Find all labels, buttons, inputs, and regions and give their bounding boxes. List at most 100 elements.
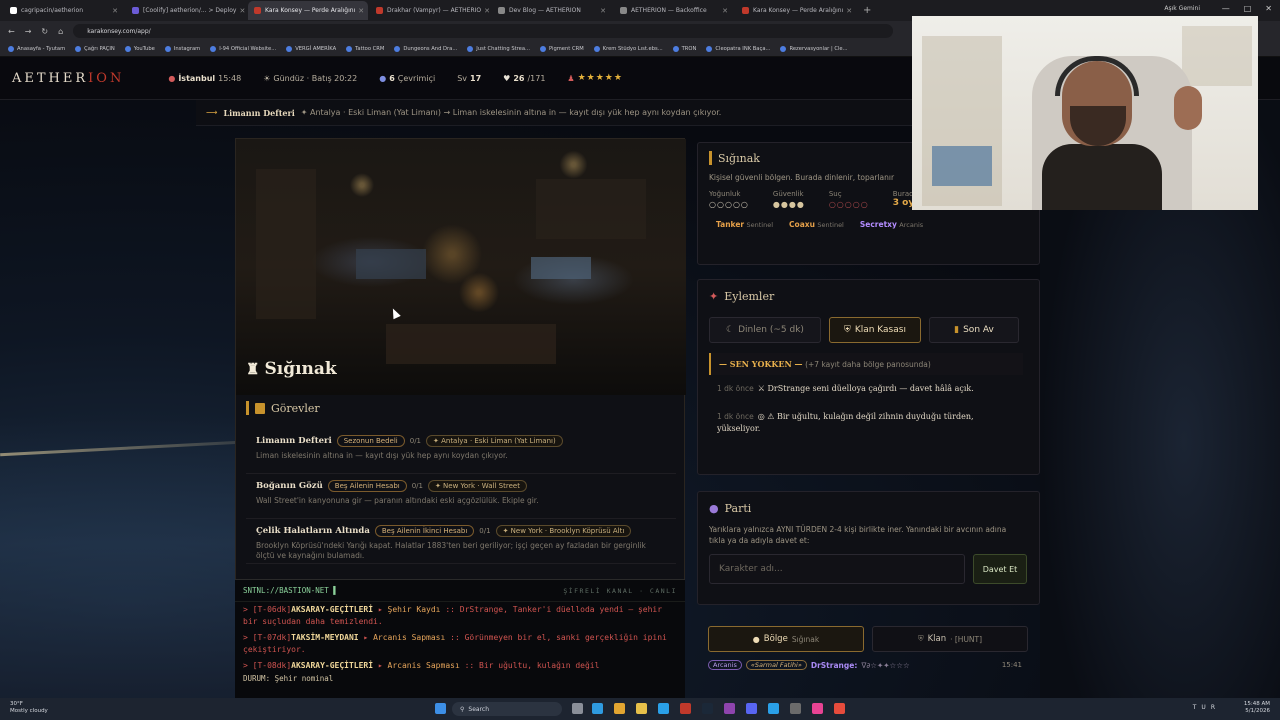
bookmark-item[interactable]: VERGİ AMERİKA xyxy=(286,45,336,52)
actions-title: Eylemler xyxy=(724,290,775,303)
player-chip[interactable]: Secretxy Arcanis xyxy=(860,220,923,229)
bookmark-icon xyxy=(672,45,679,52)
edge-icon[interactable] xyxy=(592,703,603,714)
app-icon[interactable] xyxy=(834,703,845,714)
terminal-kind: Arcanis Sapması xyxy=(373,633,446,642)
clan-vault-button[interactable]: ⛨ Klan Kasası xyxy=(829,317,921,343)
bookmark-label: TRON xyxy=(681,45,697,52)
bookmark-item[interactable]: Instagram xyxy=(164,45,200,52)
tab-region[interactable]: ● Bölge Sığınak xyxy=(708,626,864,652)
quest-line: Limanın Defteri Sezonun Bedeli 0/1 ✦ Antaly… xyxy=(256,435,666,447)
bookmark-item[interactable]: Cleopatra INK Baça... xyxy=(706,45,770,52)
sanctuary-stat: Yoğunluk ○○○○○ xyxy=(709,190,749,209)
terminal-time: > [T-08dk] xyxy=(243,661,292,670)
quest-item[interactable]: Çelik Halatların Altında Beş Ailenin İkin… xyxy=(246,519,676,564)
chrome-icon[interactable] xyxy=(614,703,625,714)
bookmark-icon xyxy=(124,45,131,52)
bastion-terminal: SNTNL://BASTION-NET ▌ ŞİFRELİ KANAL · CAN… xyxy=(235,579,685,698)
close-tab-icon[interactable]: ✕ xyxy=(355,7,364,15)
back-icon[interactable]: ← xyxy=(8,27,15,36)
clock[interactable]: 15:48 AM 5/1/2026 xyxy=(1244,701,1270,716)
quest-arc-pill: Beş Ailenin İkinci Hesabı xyxy=(374,525,475,537)
skype-icon[interactable] xyxy=(658,703,669,714)
bookmark-item[interactable]: Çağrı PAÇIN xyxy=(75,45,115,52)
bookmark-item[interactable]: Anasayfa - Tyutam xyxy=(8,45,65,52)
close-tab-icon[interactable]: ✕ xyxy=(843,7,852,15)
close-tab-icon[interactable]: ✕ xyxy=(719,7,728,15)
browser-tab[interactable]: Drakhar (Vampyr) — AETHERIO ✕ xyxy=(370,1,490,20)
close-tab-icon[interactable]: ✕ xyxy=(109,7,118,15)
browser-profile[interactable]: Aşık Gemini xyxy=(1164,5,1200,12)
logo[interactable]: AETHERION xyxy=(12,71,124,86)
chat-sender[interactable]: DrStrange: xyxy=(811,661,857,670)
active-quest-bar[interactable]: ⟶ Limanın Defteri ✦ Antalya · Eski Liman… xyxy=(196,100,912,126)
tab-favicon-icon xyxy=(620,7,627,14)
quest-location[interactable]: ✦ New York · Brooklyn Köprüsü Altı xyxy=(495,525,632,537)
invite-button[interactable]: Davet Et xyxy=(973,554,1027,584)
bookmark-item[interactable]: Dungeons And Dra... xyxy=(394,45,457,52)
last-hunt-button[interactable]: ▮ Son Av xyxy=(929,317,1019,343)
player-name: Tanker xyxy=(716,220,745,229)
browser-tab[interactable]: [Coolify] aetherion/... > Deploy ✕ xyxy=(126,1,246,20)
online-indicator[interactable]: ● 6 Çevrimiçi xyxy=(379,74,435,83)
language-indicator[interactable]: TUR xyxy=(1193,704,1220,711)
browser-tab[interactable]: Dev Blog — AETHERION ✕ xyxy=(492,1,612,20)
close-tab-icon[interactable]: ✕ xyxy=(597,7,606,15)
player-chip[interactable]: Tanker Sentinel xyxy=(716,220,773,229)
reload-icon[interactable]: ↻ xyxy=(41,27,48,36)
bookmark-item[interactable]: Tattoo CRM xyxy=(346,45,384,52)
minimize-icon[interactable]: — xyxy=(1222,4,1230,13)
terminal-place: AKSARAY-GEÇİTLERİ xyxy=(291,661,374,670)
bookmark-item[interactable]: Pigment CRM xyxy=(540,45,584,52)
close-tab-icon[interactable]: ✕ xyxy=(236,7,245,15)
app-icon[interactable] xyxy=(680,703,691,714)
app-icon[interactable] xyxy=(724,703,735,714)
bookmark-item[interactable]: Rezervasyonlar | Cle... xyxy=(780,45,848,52)
tab-title: Kara Konsey — Perde Aralığını xyxy=(753,7,844,14)
weather-widget[interactable]: 30°F Mostly cloudy xyxy=(10,701,48,715)
app-icon[interactable] xyxy=(812,703,823,714)
discord-icon[interactable] xyxy=(746,703,757,714)
player-chip[interactable]: Coaxu Sentinel xyxy=(789,220,844,229)
maximize-icon[interactable]: □ xyxy=(1244,4,1252,13)
quest-location[interactable]: ✦ Antalya · Eski Liman (Yat Limanı) xyxy=(426,435,563,447)
system-tray[interactable]: TUR xyxy=(1193,704,1220,711)
terminal-arrow: ▸ xyxy=(373,605,388,614)
quest-item[interactable]: Boğanın Gözü Beş Ailenin Hesabı 0/1 ✦ New Y… xyxy=(246,474,676,519)
tab-title: Kara Konsey — Perde Aralığını xyxy=(265,7,356,14)
address-bar[interactable]: karakonsey.com/app/ xyxy=(73,24,894,38)
bookmark-item[interactable]: Krem Stüdyo Lıst.ebs... xyxy=(593,45,663,52)
close-tab-icon[interactable]: ✕ xyxy=(481,7,490,15)
rest-button[interactable]: ☾ Dinlen (~5 dk) xyxy=(709,317,821,343)
start-icon[interactable] xyxy=(435,703,446,714)
character-name-input[interactable]: Karakter adı... xyxy=(709,554,965,584)
quest-arc-pill: Sezonun Bedeli xyxy=(336,435,405,447)
forward-icon[interactable]: → xyxy=(25,27,32,36)
taskbar-search[interactable]: ⚲ Search xyxy=(452,702,562,716)
level-label: Sv xyxy=(457,73,467,83)
bookmark-item[interactable]: Just Chatting Strea... xyxy=(467,45,530,52)
feed-more-link[interactable]: (+7 kayıt daha bölge panosunda) xyxy=(805,360,931,369)
terminal-header: SNTNL://BASTION-NET ▌ ŞİFRELİ KANAL · CAN… xyxy=(235,580,685,602)
telegram-icon[interactable] xyxy=(768,703,779,714)
new-tab-icon[interactable]: + xyxy=(858,5,876,16)
bookmark-label: YouTube xyxy=(133,45,155,52)
bookmark-item[interactable]: I-94 Official Website... xyxy=(210,45,276,52)
quest-location[interactable]: ✦ New York · Wall Street xyxy=(427,480,527,492)
close-icon[interactable]: ✕ xyxy=(1265,4,1272,13)
browser-tab[interactable]: cagripacin/aetherion ✕ xyxy=(4,1,124,20)
quests-title: Görevler xyxy=(271,401,320,415)
quest-item[interactable]: Limanın Defteri Sezonun Bedeli 0/1 ✦ Antaly… xyxy=(246,429,676,474)
party-description: Yarıklara yalnızca AYNI TÜRDEN 2-4 kişi … xyxy=(709,525,1007,545)
task-view-icon[interactable] xyxy=(572,703,583,714)
home-icon[interactable]: ⌂ xyxy=(58,27,63,36)
browser-tab[interactable]: AETHERION — Backoffice ✕ xyxy=(614,1,734,20)
bookmark-item[interactable]: YouTube xyxy=(124,45,155,52)
bookmark-item[interactable]: TRON xyxy=(672,45,697,52)
terminal-icon[interactable] xyxy=(790,703,801,714)
browser-tab[interactable]: Kara Konsey — Perde Aralığını ✕ xyxy=(736,1,856,20)
steam-icon[interactable] xyxy=(702,703,713,714)
tab-clan[interactable]: ⛨ Klan · [HUNT] xyxy=(872,626,1028,652)
browser-tab[interactable]: Kara Konsey — Perde Aralığını ✕ xyxy=(248,1,368,20)
folder-icon[interactable] xyxy=(636,703,647,714)
